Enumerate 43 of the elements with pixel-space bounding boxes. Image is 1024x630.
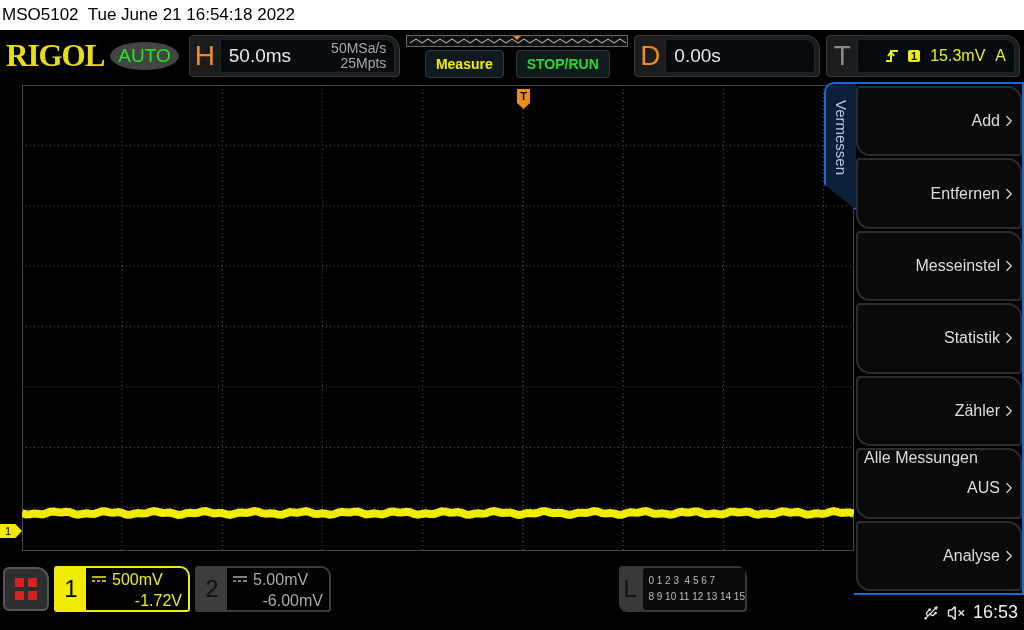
memory-depth: 25Mpts xyxy=(340,56,387,71)
horizontal-panel[interactable]: H 50.0ms 50MSa/s 25Mpts xyxy=(188,35,401,77)
usb-icon xyxy=(922,604,939,621)
delay-panel[interactable]: D 0.00s xyxy=(634,35,821,77)
channel-offset-marker[interactable]: 1 xyxy=(0,524,22,538)
trigger-panel[interactable]: T 1 15.3mV A xyxy=(826,35,1020,77)
logic-channel-numbers: 0 1 2 3 4 5 6 7 xyxy=(648,573,717,588)
trigger-mode-badge: AUTO xyxy=(110,42,179,70)
menu-item[interactable]: Entfernen xyxy=(856,158,1022,229)
waveform-overview-icon xyxy=(406,34,629,47)
trigger-position-marker[interactable]: T xyxy=(517,89,530,109)
trigger-source-badge: 1 xyxy=(908,50,921,62)
menu-tab-label: Vermessen xyxy=(832,100,850,176)
channel-panel[interactable]: 1 500mV -1.72V xyxy=(54,565,190,612)
logo: RIGOL xyxy=(6,38,105,74)
menu-item[interactable]: Statistik xyxy=(856,303,1022,374)
measure-button[interactable]: Measure xyxy=(424,49,504,78)
clock-time: 16:53 xyxy=(972,602,1018,623)
sample-rate: 50MSa/s xyxy=(331,41,387,56)
sweep-mode: A xyxy=(995,47,1006,65)
timebase-value: 50.0ms xyxy=(228,45,292,67)
menu-option[interactable]: Alle Messungen AUS xyxy=(856,448,1022,519)
menu-item[interactable]: Analyse xyxy=(856,520,1022,591)
grid-squares-icon xyxy=(14,576,38,601)
vertical-offset: -1.72V xyxy=(134,590,182,611)
menu-item[interactable]: Add xyxy=(856,86,1022,157)
delay-value: 0.00s xyxy=(674,45,721,67)
menu-button[interactable] xyxy=(3,566,49,611)
rising-edge-icon xyxy=(886,49,899,63)
dc-coupling-icon xyxy=(233,576,247,582)
speaker-muted-icon xyxy=(946,603,965,622)
logic-channel-numbers: 8 9 10 11 12 13 14 15 xyxy=(648,589,745,604)
menu-tab[interactable]: Vermessen xyxy=(824,82,856,210)
vertical-scale: 5.00mV xyxy=(253,569,309,590)
run-stop-button[interactable]: STOP/RUN xyxy=(515,49,610,78)
vertical-scale: 500mV xyxy=(112,569,163,590)
trigger-level: 15.3mV xyxy=(930,47,986,65)
title-text: MSO5102 Tue June 21 16:54:18 2022 xyxy=(2,5,295,25)
vertical-offset: -6.00mV xyxy=(262,590,323,611)
dc-coupling-icon xyxy=(92,576,106,582)
menu-item[interactable]: Messeinstel xyxy=(856,230,1022,302)
menu-item[interactable]: Zähler xyxy=(856,375,1022,447)
channel-number: 1 xyxy=(56,567,86,610)
